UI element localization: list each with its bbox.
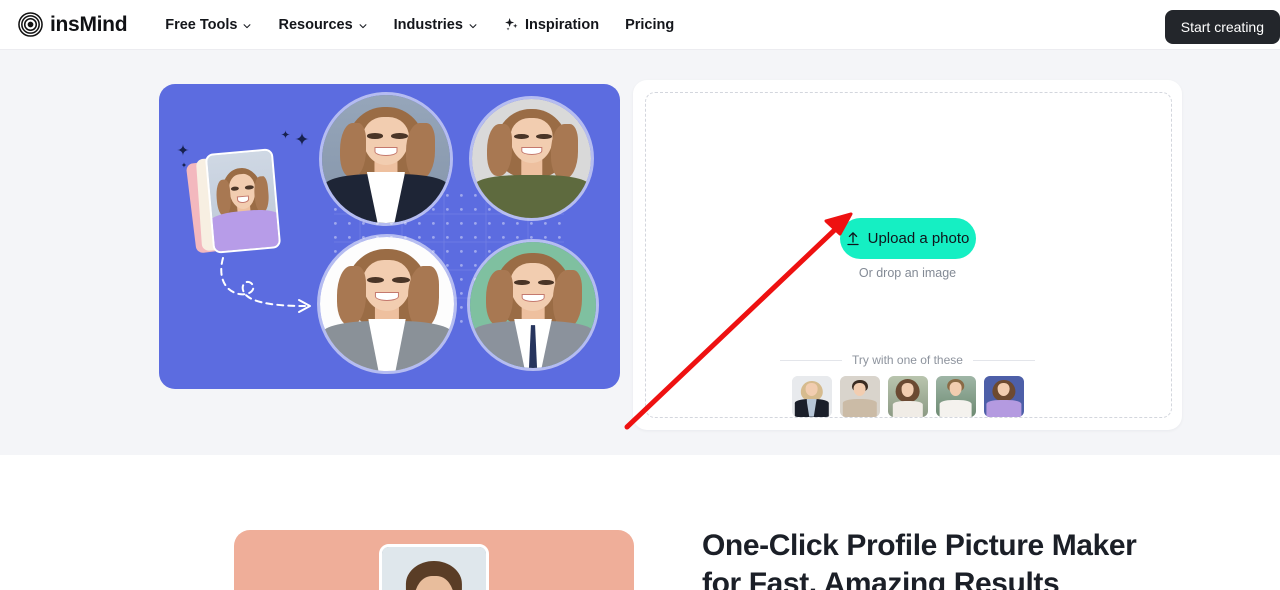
man-curly-hair-portrait [379, 544, 489, 590]
nav-item-inspiration[interactable]: Inspiration [504, 17, 599, 33]
start-creating-button[interactable]: Start creating [1164, 10, 1280, 44]
portrait-eye-right [536, 133, 552, 139]
features-heading: One-Click Profile Picture Maker for Fast… [702, 527, 1142, 590]
portrait-clothing [842, 398, 877, 417]
try-samples-label: Try with one of these [852, 353, 963, 367]
sparkle-decoration-icon [295, 132, 309, 146]
divider-line-right [972, 359, 1035, 361]
feature-image-card [234, 530, 634, 590]
portrait-clothing [208, 207, 280, 252]
features-section: One-Click Profile Picture Maker for Fast… [0, 455, 1280, 590]
nav-item-industries[interactable]: Industries [394, 17, 478, 33]
portrait-figure [839, 376, 880, 417]
portrait-face [997, 382, 1010, 397]
spiral-logo-icon [18, 12, 43, 37]
portrait-figure [983, 376, 1024, 417]
nav-label-industries: Industries [393, 16, 463, 33]
portrait-hair-right [550, 123, 578, 179]
nav-label-resources: Resources [278, 16, 353, 33]
portrait-figure [320, 237, 454, 371]
showcase-avatar-3 [317, 234, 457, 374]
upload-a-photo-button[interactable]: Upload a photo [839, 218, 976, 259]
nav-item-pricing[interactable]: Pricing [625, 17, 674, 33]
portrait-figure [322, 95, 450, 223]
portrait-smile [521, 293, 545, 303]
portrait-figure [935, 376, 976, 417]
portrait-hair-left [486, 269, 513, 326]
sample-thumbnails [633, 376, 1182, 417]
main-nav: Free Tools Resources Industries Inspirat… [165, 17, 674, 33]
upload-arrow-icon [846, 232, 859, 246]
divider-line-left [780, 359, 843, 361]
sample-thumb-3-woman-outdoor[interactable] [887, 376, 928, 417]
chevron-down-icon [469, 23, 477, 28]
portrait-clothing [892, 401, 923, 417]
showcase-avatar-1 [319, 92, 453, 226]
portrait-hair-right [553, 269, 583, 328]
dashed-curved-arrow-icon [220, 257, 311, 313]
brand-logo[interactable]: insMind [18, 12, 128, 37]
sparkle-decoration-icon [281, 130, 290, 139]
portrait-face [853, 382, 866, 397]
upload-card: Upload a photo Or drop an image Try with… [633, 80, 1182, 430]
portrait-face [949, 381, 962, 397]
features-heading-line-2: for Fast, Amazing Results [702, 567, 1060, 590]
nav-label-pricing: Pricing [625, 16, 675, 33]
portrait-figure [791, 376, 832, 417]
portrait-clothing [985, 399, 1022, 417]
showcase-panel [159, 84, 620, 389]
nav-item-resources[interactable]: Resources [278, 17, 367, 33]
brand-name: insMind [50, 12, 128, 36]
portrait-eye-right [391, 133, 408, 140]
sparkle-decoration-icon [177, 144, 189, 156]
drop-hint-text: Or drop an image [858, 266, 957, 280]
portrait-hair-right [406, 123, 435, 180]
sample-thumb-4-man-white-shirt[interactable] [935, 376, 976, 417]
sparkle-icon [505, 17, 518, 31]
hero-section: Upload a photo Or drop an image Try with… [0, 50, 1280, 455]
portrait-clothing [474, 175, 589, 218]
sample-thumb-1-woman-black-suit[interactable] [791, 376, 832, 417]
nav-label-inspiration: Inspiration [524, 16, 600, 33]
portrait-face [901, 383, 914, 398]
chevron-down-icon [359, 23, 367, 28]
showcase-avatar-2 [469, 96, 594, 221]
chevron-down-icon [244, 23, 251, 28]
sample-thumb-2-man-beige-shirt[interactable] [839, 376, 880, 417]
portrait-figure [206, 150, 280, 252]
portrait-figure [887, 376, 928, 417]
portrait-hair-left [337, 266, 366, 326]
portrait-eye-left [513, 133, 530, 139]
portrait-figure [470, 242, 596, 368]
site-header: insMind Free Tools Resources Industries [0, 0, 1280, 50]
portrait-clothing [939, 399, 972, 417]
page-root: insMind Free Tools Resources Industries [0, 0, 1280, 590]
sample-thumb-5-woman-lavender[interactable] [983, 376, 1024, 417]
portrait-figure [382, 547, 486, 590]
source-photo-card [204, 148, 282, 254]
portrait-figure [472, 99, 591, 218]
features-heading-line-1: One-Click Profile Picture Maker [702, 529, 1137, 562]
portrait-smile [374, 147, 398, 157]
nav-item-free-tools[interactable]: Free Tools [165, 17, 252, 33]
upload-button-label: Upload a photo [867, 230, 970, 247]
nav-label-free-tools: Free Tools [165, 16, 238, 33]
showcase-avatar-4 [467, 239, 599, 371]
portrait-hair-left [339, 123, 366, 177]
try-samples-divider: Try with one of these [633, 353, 1182, 367]
